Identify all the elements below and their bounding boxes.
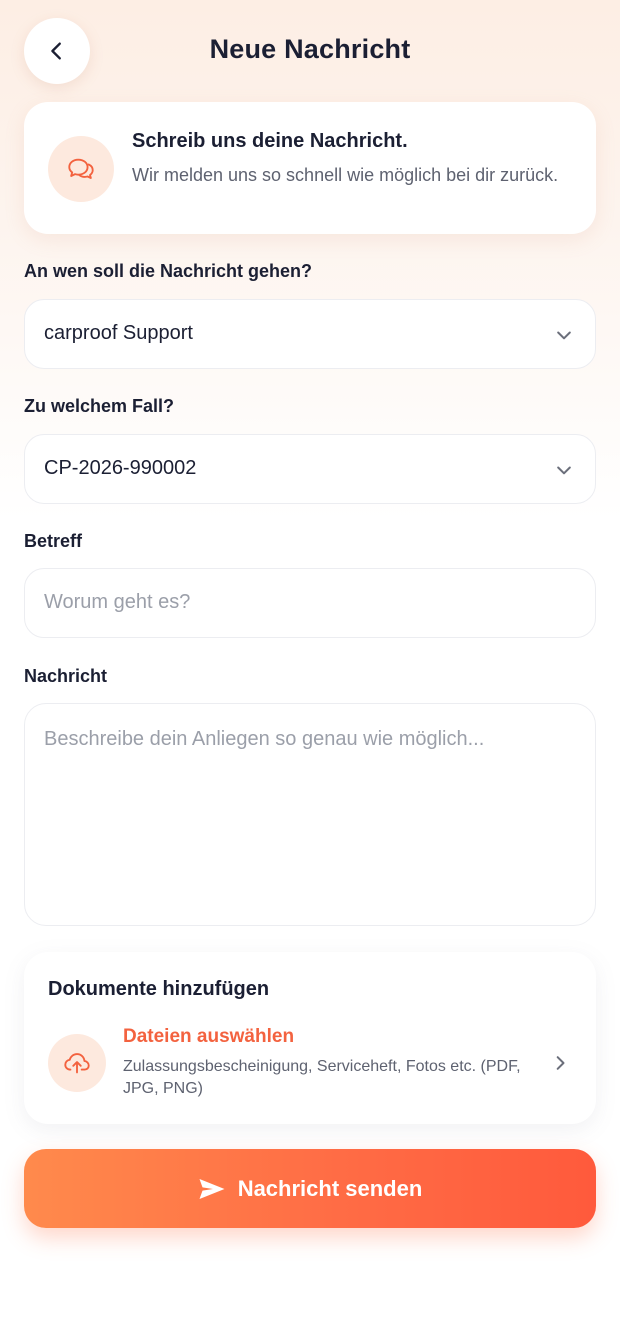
upload-hint: Zulassungsbescheinigung, Serviceheft, Fo… xyxy=(123,1058,521,1097)
recipient-label: An wen soll die Nachricht gehen? xyxy=(24,261,313,281)
send-icon xyxy=(198,1177,226,1201)
header: Neue Nachricht xyxy=(0,0,620,102)
message-textarea[interactable]: Beschreibe dein Anliegen so genau wie mö… xyxy=(24,703,596,926)
case-value: CP-2026-990002 xyxy=(44,457,197,479)
info-card: Schreib uns deine Nachricht. Wir melden … xyxy=(24,102,596,234)
chevron-right-icon xyxy=(552,1052,570,1074)
case-select[interactable]: CP-2026-990002 xyxy=(24,434,596,504)
info-icon-circle xyxy=(48,136,114,202)
case-label: Zu welchem Fall? xyxy=(24,396,175,416)
message-placeholder: Beschreibe dein Anliegen so genau wie mö… xyxy=(44,728,485,750)
page-title: Neue Nachricht xyxy=(209,34,411,64)
chat-bubbles-icon xyxy=(68,158,94,179)
chevron-down-icon xyxy=(553,459,575,481)
upload-icon-circle xyxy=(48,1034,106,1092)
info-subtitle: Wir melden uns so schnell wie möglich be… xyxy=(132,165,559,185)
documents-title: Dokumente hinzufügen xyxy=(48,978,270,1000)
chevron-down-icon xyxy=(553,324,575,346)
message-label: Nachricht xyxy=(24,666,108,686)
subject-input[interactable]: Worum geht es? xyxy=(24,568,596,638)
file-upload-row[interactable]: Dateien auswählen Zulassungsbescheinigun… xyxy=(24,1020,596,1110)
info-title: Schreib uns deine Nachricht. xyxy=(132,130,408,152)
documents-card: Dokumente hinzufügen Dateien auswählen Z… xyxy=(24,952,596,1124)
recipient-value: carproof Support xyxy=(44,322,193,344)
recipient-select[interactable]: carproof Support xyxy=(24,299,596,369)
cloud-upload-icon xyxy=(64,1053,90,1074)
upload-title: Dateien auswählen xyxy=(123,1026,295,1047)
send-message-button[interactable]: Nachricht senden xyxy=(24,1149,596,1228)
subject-label: Betreff xyxy=(24,531,83,551)
subject-placeholder: Worum geht es? xyxy=(44,591,191,613)
send-button-label: Nachricht senden xyxy=(237,1175,423,1201)
